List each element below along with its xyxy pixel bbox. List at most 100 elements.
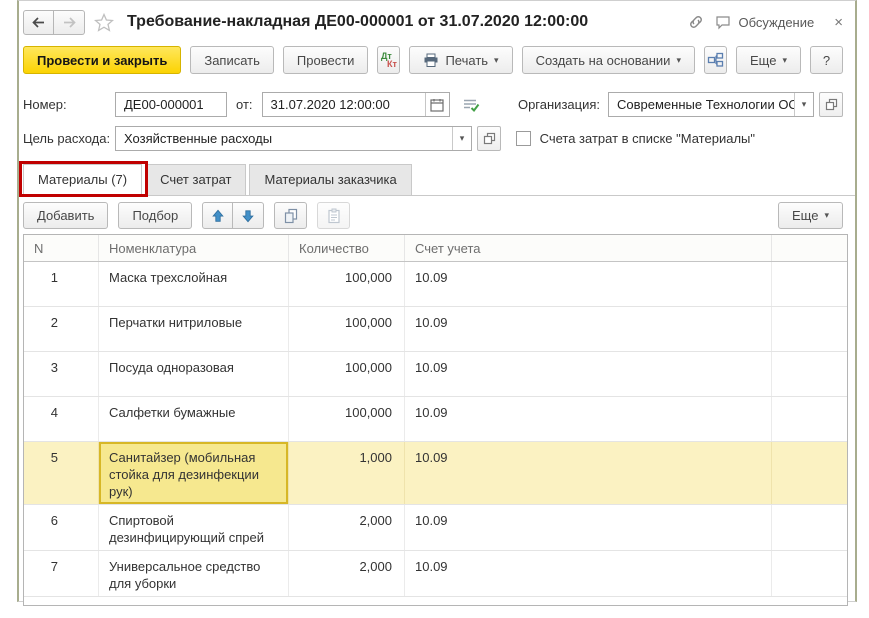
purpose-open-button[interactable] <box>477 126 501 151</box>
organization-group: Организация: Современные Технологии ООО … <box>518 92 843 117</box>
cell-extra[interactable] <box>772 505 847 550</box>
chevron-down-icon: ▾ <box>460 133 465 144</box>
cost-accounts-group: Счета затрат в списке "Материалы" <box>516 131 755 146</box>
column-header[interactable]: N <box>24 235 99 261</box>
table-row[interactable]: 7Универсальное средство для уборки2,0001… <box>24 551 847 597</box>
tab-cost-account[interactable]: Счет затрат <box>145 164 246 196</box>
cost-accounts-checkbox[interactable] <box>516 131 531 146</box>
organization-dropdown-button[interactable]: ▾ <box>794 93 813 116</box>
table-row[interactable]: 2Перчатки нитриловые100,00010.09 <box>24 307 847 352</box>
cell-n[interactable]: 2 <box>24 307 99 351</box>
paste-row-button[interactable] <box>317 202 350 229</box>
table-more-button[interactable]: Еще ▾ <box>778 202 843 229</box>
cell-extra[interactable] <box>772 551 847 596</box>
table-row[interactable]: 4Салфетки бумажные100,00010.09 <box>24 397 847 442</box>
cell-account[interactable]: 10.09 <box>405 397 772 441</box>
cell-name[interactable]: Универсальное средство для уборки <box>99 551 289 596</box>
cell-qty[interactable]: 2,000 <box>289 505 405 550</box>
number-input[interactable]: ДЕ00-000001 <box>115 92 227 117</box>
print-label: Печать <box>445 53 488 68</box>
more-label: Еще <box>750 53 776 68</box>
organization-input[interactable]: Современные Технологии ООО ▾ <box>608 92 814 117</box>
purpose-dropdown-button[interactable]: ▾ <box>452 127 471 150</box>
cell-qty[interactable]: 1,000 <box>289 442 405 504</box>
cell-qty[interactable]: 100,000 <box>289 262 405 306</box>
cell-name[interactable]: Маска трехслойная <box>99 262 289 306</box>
cell-n[interactable]: 1 <box>24 262 99 306</box>
save-button[interactable]: Записать <box>190 46 274 74</box>
header-fields: Номер: ДЕ00-000001 от: 31.07.2020 12:00:… <box>19 92 855 151</box>
cell-extra[interactable] <box>772 352 847 396</box>
cell-account[interactable]: 10.09 <box>405 307 772 351</box>
move-down-button[interactable] <box>233 202 264 229</box>
column-header[interactable] <box>772 235 847 261</box>
favorite-star-icon[interactable] <box>94 13 114 32</box>
table-row[interactable]: 5Санитайзер (мобильная стойка для дезинф… <box>24 442 847 505</box>
column-header[interactable]: Количество <box>289 235 405 261</box>
number-label: Номер: <box>23 97 115 112</box>
cell-n[interactable]: 7 <box>24 551 99 596</box>
cell-account[interactable]: 10.09 <box>405 352 772 396</box>
purpose-input[interactable]: Хозяйственные расходы ▾ <box>115 126 472 151</box>
pick-button[interactable]: Подбор <box>118 202 192 229</box>
create-based-on-button[interactable]: Создать на основании ▾ <box>522 46 695 74</box>
cell-account[interactable]: 10.09 <box>405 262 772 306</box>
forward-button[interactable] <box>54 10 85 35</box>
document-structure-button[interactable] <box>704 46 727 74</box>
purpose-label: Цель расхода: <box>23 131 115 146</box>
close-icon[interactable]: × <box>834 14 843 31</box>
add-row-button[interactable]: Добавить <box>23 202 108 229</box>
discussion-control[interactable]: Обсуждение <box>715 15 814 30</box>
cell-n[interactable]: 3 <box>24 352 99 396</box>
table-row[interactable]: 3Посуда одноразовая100,00010.09 <box>24 352 847 397</box>
dt-kt-icon: ДтКт <box>381 52 397 68</box>
set-current-date-button[interactable] <box>458 92 484 117</box>
cell-name[interactable]: Посуда одноразовая <box>99 352 289 396</box>
date-input[interactable]: 31.07.2020 12:00:00 <box>262 92 450 117</box>
print-button[interactable]: Печать ▾ <box>409 46 512 74</box>
cell-name[interactable]: Перчатки нитриловые <box>99 307 289 351</box>
cell-name[interactable]: Спиртовой дезинфицирующий спрей <box>99 505 289 550</box>
organization-open-button[interactable] <box>819 92 843 117</box>
calendar-button[interactable] <box>425 93 449 116</box>
date-label: от: <box>236 97 253 112</box>
cell-account[interactable]: 10.09 <box>405 505 772 550</box>
cell-extra[interactable] <box>772 397 847 441</box>
copy-row-button[interactable] <box>274 202 307 229</box>
chevron-down-icon: ▾ <box>676 55 681 66</box>
arrow-up-icon <box>211 209 225 223</box>
cell-name[interactable]: Салфетки бумажные <box>99 397 289 441</box>
cell-n[interactable]: 6 <box>24 505 99 550</box>
calendar-icon <box>430 98 444 112</box>
post-button[interactable]: Провести <box>283 46 369 74</box>
cell-qty[interactable]: 100,000 <box>289 307 405 351</box>
cell-account[interactable]: 10.09 <box>405 551 772 596</box>
more-button[interactable]: Еще ▾ <box>736 46 801 74</box>
dt-kt-button[interactable]: ДтКт <box>377 46 400 74</box>
cell-account[interactable]: 10.09 <box>405 442 772 504</box>
post-and-close-button[interactable]: Провести и закрыть <box>23 46 181 74</box>
cell-n[interactable]: 5 <box>24 442 99 504</box>
cell-qty[interactable]: 100,000 <box>289 397 405 441</box>
open-in-form-icon <box>825 98 838 111</box>
cell-qty[interactable]: 2,000 <box>289 551 405 596</box>
cell-qty[interactable]: 100,000 <box>289 352 405 396</box>
back-button[interactable] <box>23 10 54 35</box>
open-in-form-icon <box>483 132 496 145</box>
move-up-button[interactable] <box>202 202 233 229</box>
cell-extra[interactable] <box>772 262 847 306</box>
cell-extra[interactable] <box>772 442 847 504</box>
cell-extra[interactable] <box>772 307 847 351</box>
column-header[interactable]: Номенклатура <box>99 235 289 261</box>
cell-n[interactable]: 4 <box>24 397 99 441</box>
link-icon[interactable] <box>687 13 705 31</box>
help-button[interactable]: ? <box>810 46 843 74</box>
column-header[interactable]: Счет учета <box>405 235 772 261</box>
arrow-right-icon <box>62 16 77 29</box>
tab-customer-materials[interactable]: Материалы заказчика <box>249 164 411 196</box>
command-bar-right: Еще ▾ ? <box>736 46 843 74</box>
cell-name[interactable]: Санитайзер (мобильная стойка для дезинфе… <box>99 442 289 504</box>
table-row[interactable]: 6Спиртовой дезинфицирующий спрей2,00010.… <box>24 505 847 551</box>
table-row[interactable]: 1Маска трехслойная100,00010.09 <box>24 262 847 307</box>
tab-materials[interactable]: Материалы (7) <box>23 164 142 196</box>
